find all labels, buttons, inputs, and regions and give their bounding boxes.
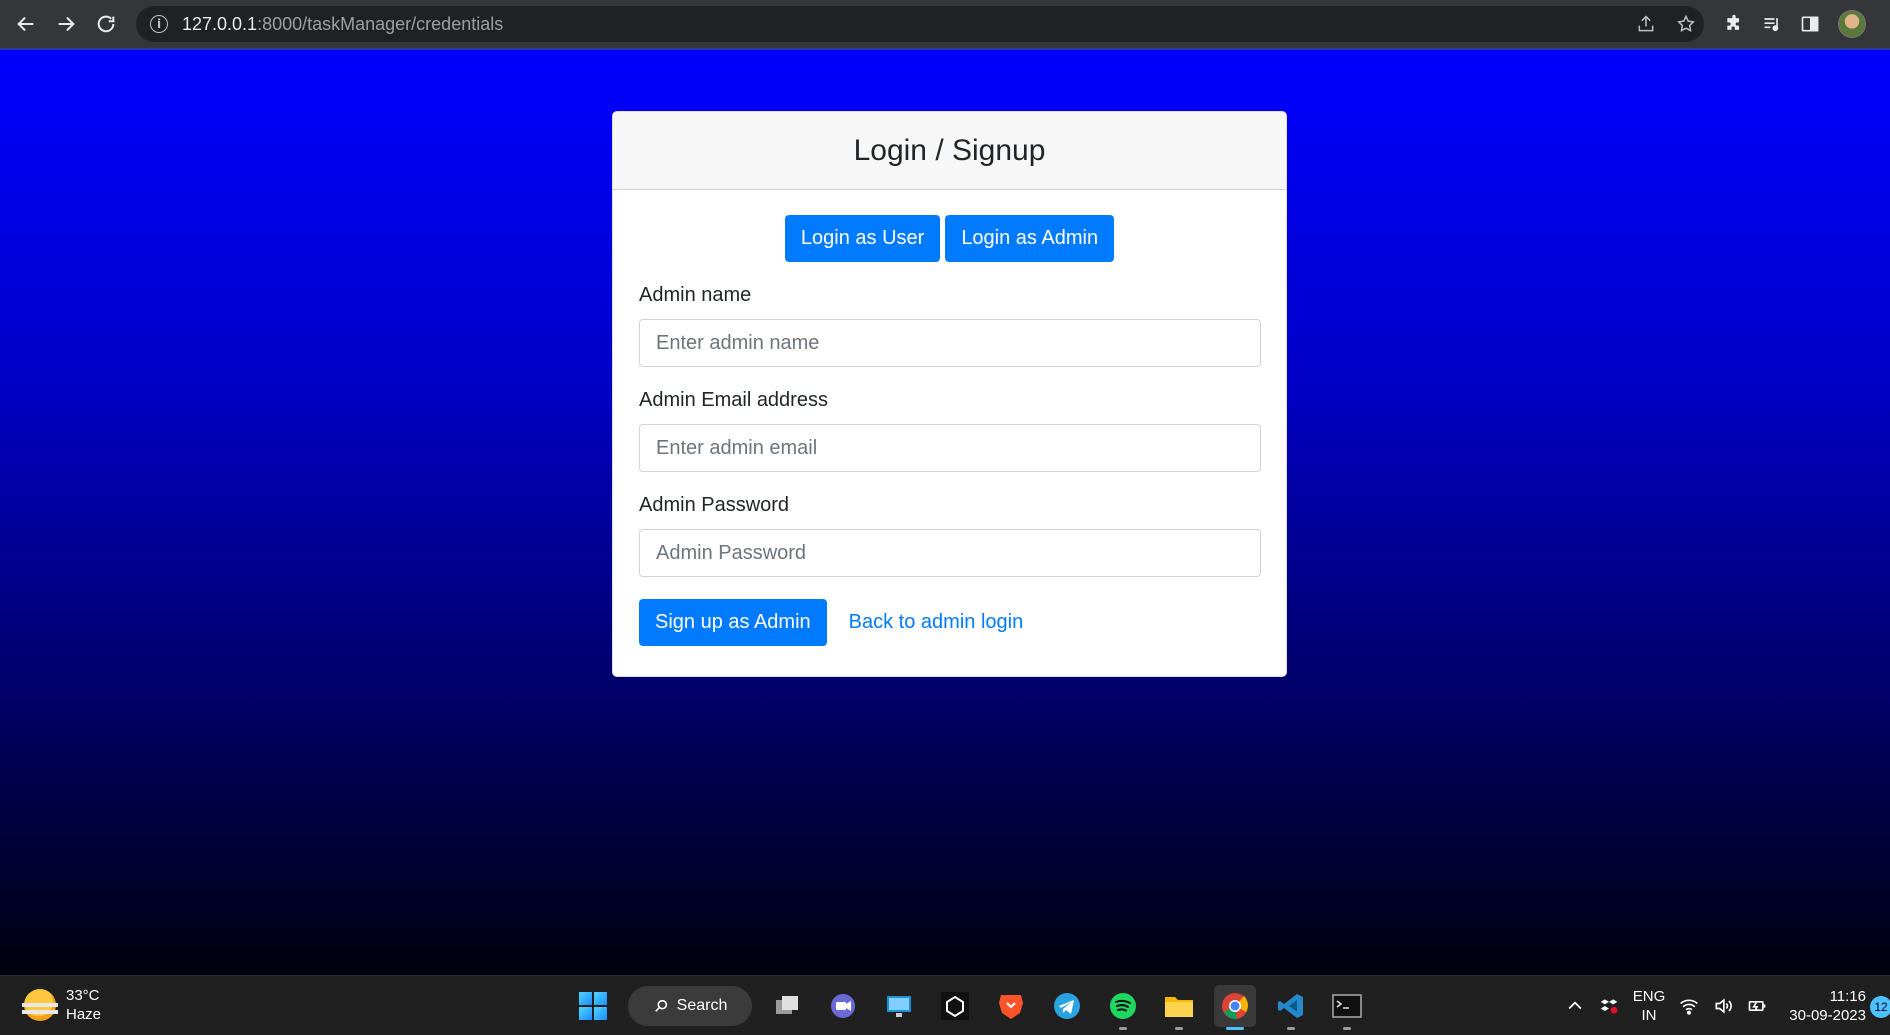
brave-lion-icon — [999, 995, 1023, 1019]
media-control-icon[interactable] — [1762, 14, 1782, 34]
video-chat-icon — [831, 994, 855, 1018]
reload-button[interactable] — [86, 4, 126, 44]
site-info-icon[interactable]: i — [150, 15, 168, 33]
admin-name-input[interactable] — [639, 319, 1261, 367]
role-switch: Login as User Login as Admin — [639, 215, 1260, 262]
form-actions: Sign up as Admin Back to admin login — [639, 599, 1260, 646]
taskbar-search[interactable]: Search — [628, 986, 752, 1026]
chevron-up-icon[interactable] — [1565, 996, 1585, 1016]
task-view-button[interactable] — [766, 985, 808, 1027]
url-text[interactable]: 127.0.0.1:8000/taskManager/credentials — [182, 14, 503, 35]
wifi-icon[interactable] — [1679, 996, 1699, 1016]
forward-button[interactable] — [46, 4, 86, 44]
telegram-icon — [1054, 993, 1080, 1019]
arrow-left-icon — [17, 16, 34, 32]
system-tray: ENG IN 11:16 30-09-2023 — [1565, 984, 1866, 1028]
reload-icon — [97, 15, 115, 33]
spotify-app[interactable] — [1102, 985, 1144, 1030]
spotify-icon — [1110, 993, 1136, 1019]
dropbox-sync-icon[interactable] — [1599, 996, 1619, 1016]
weather-widget[interactable]: 33°C Haze — [22, 986, 102, 1024]
page-background: Login / Signup Login as User Login as Ad… — [0, 50, 1890, 975]
admin-password-input[interactable] — [639, 529, 1261, 577]
back-to-admin-login-link[interactable]: Back to admin login — [849, 611, 1024, 634]
volume-icon[interactable] — [1713, 996, 1733, 1016]
file-explorer-app[interactable] — [1158, 985, 1200, 1030]
admin-email-label: Admin Email address — [639, 389, 828, 411]
card-title: Login / Signup — [853, 133, 1046, 167]
bookmark-star-icon[interactable] — [1676, 14, 1696, 34]
card-header: Login / Signup — [613, 112, 1286, 190]
clock-time: 11:16 — [1829, 988, 1866, 1005]
search-label: Search — [676, 997, 728, 1014]
telegram-app[interactable] — [1046, 985, 1088, 1027]
language-code: ENG — [1632, 988, 1666, 1005]
chrome-icon — [1222, 993, 1248, 1020]
side-panel-icon[interactable] — [1800, 14, 1820, 34]
brave-browser-app[interactable] — [990, 985, 1032, 1027]
language-indicator[interactable]: ENG IN — [1633, 987, 1666, 1025]
clock[interactable]: 11:16 30-09-2023 — [1789, 987, 1866, 1025]
share-icon[interactable] — [1636, 14, 1656, 34]
vscode-app[interactable] — [1270, 985, 1312, 1030]
profile-avatar[interactable] — [1838, 10, 1866, 38]
start-button[interactable] — [572, 985, 614, 1027]
address-bar[interactable]: i 127.0.0.1:8000/taskManager/credentials — [136, 6, 1704, 42]
sign-up-as-admin-button[interactable]: Sign up as Admin — [639, 599, 827, 646]
windows-logo-icon — [579, 992, 607, 1020]
admin-email-group: Admin Email address — [639, 389, 1261, 472]
browser-toolbar: i 127.0.0.1:8000/taskManager/credentials — [0, 0, 1890, 50]
login-as-admin-button[interactable]: Login as Admin — [945, 215, 1115, 262]
language-region: IN — [1641, 1007, 1657, 1024]
folder-icon — [1165, 997, 1193, 1017]
unity-app[interactable] — [934, 985, 976, 1027]
notification-badge[interactable]: 12 — [1870, 996, 1890, 1018]
credentials-card: Login / Signup Login as User Login as Ad… — [612, 111, 1287, 677]
admin-password-label: Admin Password — [639, 494, 790, 516]
monitor-icon — [887, 996, 911, 1017]
admin-name-group: Admin name — [639, 284, 1261, 367]
login-as-user-button[interactable]: Login as User — [784, 215, 941, 262]
vscode-icon — [1278, 994, 1303, 1018]
haze-weather-icon — [22, 989, 58, 1021]
url-host: 127.0.0.1 — [182, 13, 258, 34]
remote-desktop-app[interactable] — [878, 985, 920, 1027]
admin-email-input[interactable] — [639, 424, 1261, 472]
terminal-icon — [1332, 994, 1362, 1018]
weather-description: Haze — [66, 1006, 102, 1023]
chrome-app[interactable] — [1214, 985, 1256, 1030]
taskbar-apps: Search — [572, 984, 1368, 1030]
url-path: :8000/taskManager/credentials — [257, 13, 504, 34]
search-icon — [654, 999, 667, 1012]
terminal-app[interactable] — [1326, 985, 1368, 1030]
task-view-icon — [776, 996, 798, 1014]
admin-name-label: Admin name — [639, 284, 752, 306]
extensions-icon[interactable] — [1724, 14, 1744, 34]
taskbar: 33°C Haze Search ENG IN 11:16 30-09-2023… — [0, 975, 1890, 1035]
admin-password-group: Admin Password — [639, 494, 1261, 577]
arrow-right-icon — [58, 16, 75, 32]
clock-date: 30-09-2023 — [1789, 1007, 1866, 1024]
card-body: Login as User Login as Admin Admin name … — [613, 190, 1286, 671]
unity-icon — [941, 992, 969, 1020]
weather-temperature: 33°C — [66, 987, 100, 1004]
battery-charging-icon[interactable] — [1747, 996, 1767, 1016]
teams-chat-app[interactable] — [822, 985, 864, 1027]
back-button[interactable] — [6, 4, 46, 44]
